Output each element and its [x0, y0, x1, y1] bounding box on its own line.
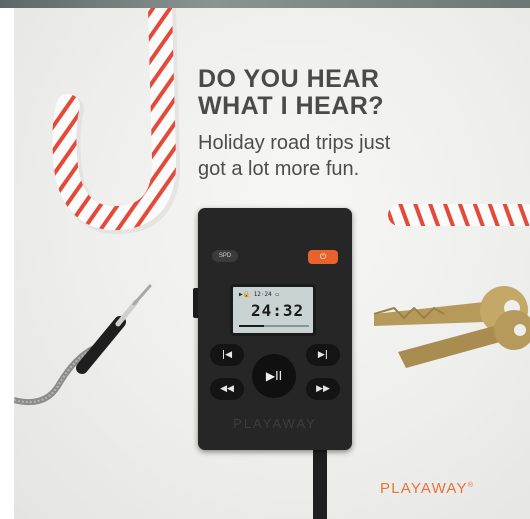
candy-cane-right: [388, 204, 530, 226]
aux-cable-icon: [14, 284, 152, 406]
ad-headline: DO YOU HEAR WHAT I HEAR?: [198, 65, 385, 120]
product-photo: DO YOU HEAR WHAT I HEAR? Holiday road tr…: [14, 8, 530, 519]
next-button[interactable]: ▶|: [306, 344, 340, 366]
volume-button[interactable]: [193, 288, 198, 318]
lcd-screen: ▶🔒 12·24 ▭ 24:32: [230, 284, 316, 336]
playaway-player: SPD ⏻ ▶🔒 12·24 ▭ 24:32 |◀ ▶| ◀◀ ▶▶ ▶II P…: [193, 208, 352, 450]
ad-image: DO YOU HEAR WHAT I HEAR? Holiday road tr…: [0, 0, 530, 519]
status-indicators: ▶🔒 12·24 ▭: [239, 291, 279, 298]
registered-mark: ®: [467, 482, 475, 489]
headphone-plug: [313, 450, 327, 519]
progress-bar: [239, 325, 309, 327]
play-pause-button[interactable]: ▶II: [252, 354, 296, 398]
top-photo-strip: [0, 0, 530, 8]
previous-button[interactable]: |◀: [210, 344, 244, 366]
brand-logo[interactable]: PLAYAWAY®: [380, 480, 474, 497]
fast-forward-button[interactable]: ▶▶: [306, 378, 340, 400]
keys-icon: [373, 286, 530, 368]
power-icon: ⏻: [319, 252, 327, 261]
power-button[interactable]: ⏻: [308, 250, 338, 264]
candy-cane-left: [52, 8, 181, 235]
speed-button[interactable]: SPD: [212, 250, 238, 262]
playback-time: 24:32: [251, 301, 305, 320]
rewind-button[interactable]: ◀◀: [210, 378, 244, 400]
brand-name: PLAYAWAY: [380, 480, 468, 497]
progress-fill: [239, 325, 264, 327]
ad-subheadline: Holiday road trips just got a lot more f…: [198, 132, 391, 180]
embossed-brand: PLAYAWAY: [233, 416, 317, 431]
